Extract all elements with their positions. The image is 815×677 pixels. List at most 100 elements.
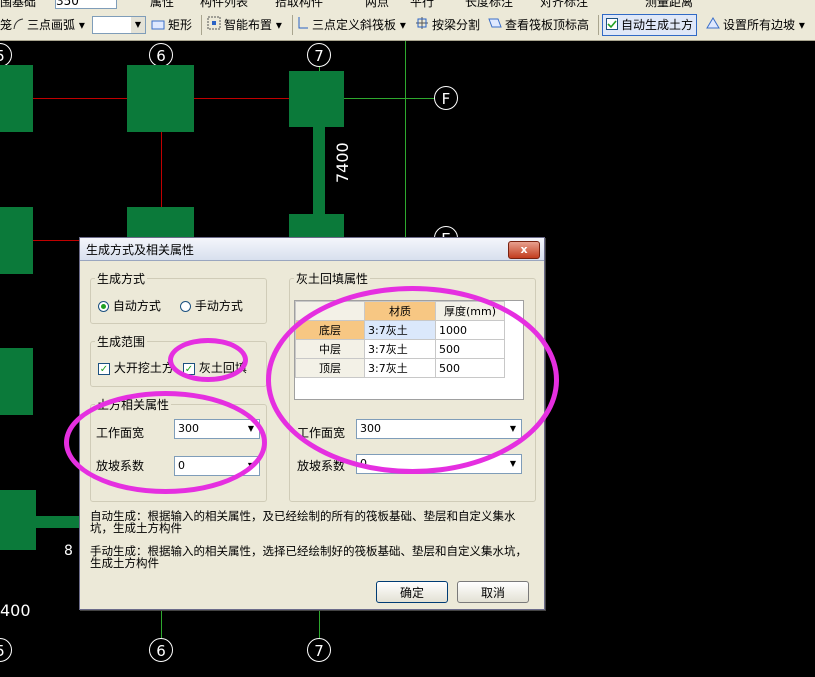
lime-soil-checkbox[interactable]: ✓ 灰土回填 bbox=[183, 359, 247, 376]
cancel-button[interactable]: 取消 bbox=[457, 581, 529, 603]
toolbar-separator bbox=[201, 15, 202, 35]
grid-line bbox=[330, 98, 434, 99]
smart-layout-label: 智能布置 bbox=[224, 18, 273, 32]
toolbar-separator bbox=[598, 15, 599, 35]
auto-generate-earthwork-button[interactable]: 自动生成土方 bbox=[602, 14, 698, 36]
footing-pad[interactable] bbox=[0, 490, 36, 550]
material-cell[interactable]: 3:7灰土 bbox=[364, 358, 436, 378]
lime-soil-label: 灰土回填 bbox=[198, 361, 247, 375]
toolbar-fragment[interactable]: 拾取构件 bbox=[275, 0, 323, 10]
arc-combo[interactable]: ▼ bbox=[92, 16, 146, 34]
toolbar-separator bbox=[292, 15, 293, 35]
slope-label: 三点定义斜筏板 bbox=[312, 18, 397, 32]
smart-layout-button[interactable]: 智能布置 ▾ bbox=[207, 15, 282, 35]
toolbar-fragment[interactable]: 测量距离 bbox=[645, 0, 693, 10]
material-cell[interactable]: 3:7灰土 bbox=[364, 320, 436, 340]
excavation-label: 大开挖土方 bbox=[113, 361, 174, 375]
auto-earthwork-label: 自动生成土方 bbox=[621, 18, 694, 32]
work-width-value: 300 bbox=[178, 422, 199, 435]
checkbox-icon bbox=[606, 16, 618, 36]
manual-mode-radio[interactable]: 手动方式 bbox=[180, 297, 243, 314]
set-edge-label: 设置所有边坡 bbox=[723, 18, 796, 32]
work-width-combo[interactable]: 300 ▼ bbox=[174, 419, 260, 439]
work-width-label: 工作面宽 bbox=[96, 426, 145, 440]
toolbar-fragment: 围基础 bbox=[0, 0, 37, 9]
slope-factor-combo[interactable]: 0 ▼ bbox=[174, 456, 260, 476]
slope-factor-value: 0 bbox=[178, 459, 185, 472]
lime-work-width-label: 工作面宽 bbox=[297, 426, 346, 440]
lime-slope-factor-value: 0 bbox=[360, 457, 367, 470]
dimension-bottom-fragment: 400 bbox=[0, 601, 31, 620]
close-button[interactable]: x bbox=[508, 241, 540, 259]
main-toolbar: 笼 三点画弧 ▾ ▼ 矩形 智能布置 ▾ 三点定义斜筏板 ▾ 按梁分割 查看筏板… bbox=[0, 10, 815, 41]
footing-pad[interactable] bbox=[0, 207, 33, 274]
lime-work-width-combo[interactable]: 300 ▼ bbox=[356, 419, 522, 439]
footing-pad[interactable] bbox=[0, 348, 33, 415]
table-corner bbox=[295, 301, 365, 321]
row-header[interactable]: 底层 bbox=[295, 320, 365, 340]
manual-mode-label: 手动方式 bbox=[194, 299, 243, 313]
row-header[interactable]: 中层 bbox=[295, 339, 365, 359]
toolbar-fragment[interactable]: 属性 bbox=[150, 0, 174, 10]
footing-pad[interactable] bbox=[289, 71, 344, 127]
excavation-checkbox[interactable]: ✓ 大开挖土方 bbox=[98, 359, 174, 376]
toolbar-fragment[interactable]: 构件列表 bbox=[200, 0, 248, 10]
footing-pad[interactable] bbox=[0, 65, 33, 132]
rect-label: 矩形 bbox=[168, 18, 193, 32]
axis-bubble-7-bottom: 7 bbox=[307, 638, 331, 662]
thickness-cell[interactable]: 1000 bbox=[435, 320, 505, 340]
smart-layout-icon bbox=[207, 16, 221, 36]
auto-generate-description: 自动生成：根据输入的相关属性，及已经绘制的所有的筏板基础、垫层和自定义集水坑，生… bbox=[90, 509, 516, 535]
manual-generate-description: 手动生成：根据输入的相关属性，选择已经绘制好的筏板基础、垫层和自定义集水坑，生成… bbox=[90, 544, 527, 570]
column-header-thickness[interactable]: 厚度(mm) bbox=[435, 301, 505, 321]
toolbar-fragment[interactable]: 350 bbox=[55, 0, 117, 9]
split-icon bbox=[415, 16, 429, 36]
gen-scope-label: 生成范围 bbox=[95, 333, 148, 350]
row-header[interactable]: 顶层 bbox=[295, 358, 365, 378]
thickness-cell[interactable]: 500 bbox=[435, 358, 505, 378]
checkbox-checked-icon: ✓ bbox=[98, 362, 110, 375]
material-cell[interactable]: 3:7灰土 bbox=[364, 339, 436, 359]
toolbar-fragment[interactable]: 两点 bbox=[365, 0, 389, 10]
three-point-slope-button[interactable]: 三点定义斜筏板 ▾ bbox=[297, 15, 406, 35]
toolbar-fragment[interactable]: 长度标注 bbox=[465, 0, 513, 10]
auto-mode-radio[interactable]: 自动方式 bbox=[98, 297, 161, 314]
slope-icon bbox=[297, 16, 309, 36]
slope-factor-label: 放坡系数 bbox=[96, 459, 145, 473]
dialog-title-bar[interactable]: 生成方式及相关属性 x bbox=[80, 238, 544, 261]
view-elevation-icon bbox=[488, 16, 502, 36]
checkbox-checked-icon: ✓ bbox=[183, 362, 195, 375]
lime-layers-table[interactable]: 材质 厚度(mm) 底层 3:7灰土 1000 中层 3:7灰土 500 顶层 … bbox=[294, 300, 524, 400]
rectangle-button[interactable]: 矩形 bbox=[151, 15, 192, 35]
toolbar-fragment[interactable]: 平行 bbox=[410, 0, 434, 10]
chevron-down-icon: ▼ bbox=[509, 424, 517, 433]
grid-line bbox=[405, 41, 406, 241]
table-row[interactable]: 底层 3:7灰土 1000 bbox=[295, 320, 505, 340]
column-header-material[interactable]: 材质 bbox=[364, 301, 436, 321]
footing-pad[interactable] bbox=[127, 207, 194, 237]
auto-mode-label: 自动方式 bbox=[112, 299, 161, 313]
three-point-arc-button[interactable]: 三点画弧 ▾ bbox=[12, 15, 85, 35]
radio-selected-icon bbox=[98, 301, 109, 312]
toolbar-edge-glyph: 笼 bbox=[0, 18, 13, 32]
lime-slope-factor-label: 放坡系数 bbox=[297, 459, 346, 473]
table-row[interactable]: 中层 3:7灰土 500 bbox=[295, 339, 505, 359]
chevron-down-icon: ▼ bbox=[247, 424, 255, 433]
thickness-cell[interactable]: 500 bbox=[435, 339, 505, 359]
grid-line bbox=[161, 608, 162, 638]
toolbar-fragment[interactable]: 对齐标注 bbox=[540, 0, 588, 10]
lime-slope-factor-combo[interactable]: 0 ▼ bbox=[356, 454, 522, 474]
radio-unselected-icon bbox=[180, 301, 191, 312]
footing-pad[interactable] bbox=[127, 65, 194, 132]
split-by-beam-button[interactable]: 按梁分割 bbox=[415, 15, 480, 35]
footing-beam[interactable] bbox=[313, 126, 325, 216]
axis-bubble-6-top: 6 bbox=[149, 43, 173, 67]
view-top-elevation-button[interactable]: 查看筏板顶标高 bbox=[488, 15, 589, 35]
lime-work-width-value: 300 bbox=[360, 422, 381, 435]
gen-mode-label: 生成方式 bbox=[95, 270, 148, 287]
set-all-edge-slope-button[interactable]: 设置所有边坡 ▾ bbox=[706, 15, 805, 35]
ok-button[interactable]: 确定 bbox=[376, 581, 448, 603]
table-row[interactable]: 顶层 3:7灰土 500 bbox=[295, 358, 505, 378]
rectangle-icon bbox=[151, 16, 165, 36]
footing-beam[interactable] bbox=[36, 516, 80, 528]
